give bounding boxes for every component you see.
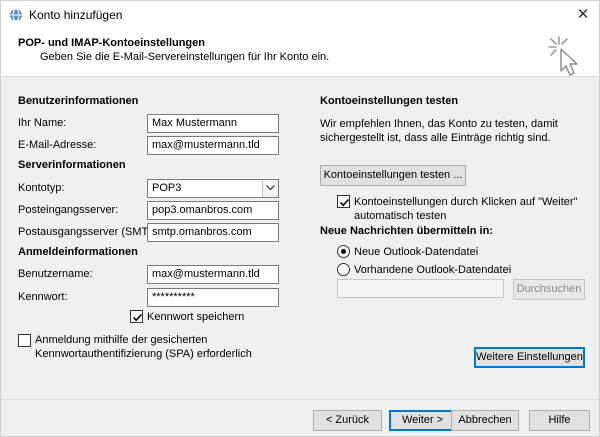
- delivery-heading: Neue Nachrichten übermitteln in:: [320, 225, 493, 237]
- spa-label-line2: Kennwortauthentifizierung (SPA) erforder…: [35, 348, 252, 360]
- incoming-server-input[interactable]: pop3.omanbros.com: [147, 201, 279, 220]
- email-input[interactable]: max@mustermann.tld: [147, 136, 279, 155]
- incoming-server-label: Posteingangsserver:: [18, 204, 119, 216]
- data-file-path-input[interactable]: [337, 279, 504, 298]
- header-subtitle: Geben Sie die E-Mail-Servereinstellungen…: [40, 51, 330, 63]
- test-description-line1: Wir empfehlen Ihnen, das Konto zu testen…: [320, 118, 558, 130]
- spa-label-line1: Anmeldung mithilfe der gesicherten: [35, 334, 208, 346]
- remember-password-label[interactable]: Kennwort speichern: [147, 311, 244, 323]
- outgoing-server-input[interactable]: smtp.omanbros.com: [147, 223, 279, 242]
- auto-test-label-line1: Kontoeinstellungen durch Klicken auf "We…: [354, 196, 578, 208]
- email-label: E-Mail-Adresse:: [18, 139, 97, 151]
- checkmark-icon: [132, 313, 143, 322]
- test-description-line2: sichergestellt ist, dass alle Einträge r…: [320, 132, 551, 144]
- user-info-heading: Benutzerinformationen: [18, 95, 139, 107]
- spa-label[interactable]: Anmeldung mithilfe der gesicherten Kennw…: [35, 333, 252, 361]
- auto-test-label[interactable]: Kontoeinstellungen durch Klicken auf "We…: [354, 195, 577, 223]
- account-type-label: Kontotyp:: [18, 182, 65, 194]
- name-input[interactable]: Max Mustermann: [147, 114, 279, 133]
- close-icon[interactable]: ✕: [573, 5, 593, 25]
- name-label: Ihr Name:: [18, 117, 67, 129]
- dialog-header: POP- und IMAP-Kontoeinstellungen Geben S…: [1, 29, 599, 77]
- window-title: Konto hinzufügen: [29, 8, 123, 22]
- test-description: Wir empfehlen Ihnen, das Konto zu testen…: [320, 117, 558, 145]
- next-button[interactable]: Weiter >: [389, 410, 456, 431]
- outgoing-server-label: Postausgangsserver (SMTP):: [18, 226, 163, 238]
- password-label: Kennwort:: [18, 291, 68, 303]
- remember-password-checkbox[interactable]: [130, 310, 143, 323]
- existing-data-file-label[interactable]: Vorhandene Outlook-Datendatei: [354, 264, 511, 276]
- new-data-file-label[interactable]: Neue Outlook-Datendatei: [354, 246, 478, 258]
- chevron-down-icon[interactable]: [262, 180, 278, 197]
- test-settings-heading: Kontoeinstellungen testen: [320, 95, 459, 107]
- spa-checkbox[interactable]: [18, 334, 31, 347]
- server-info-heading: Serverinformationen: [18, 159, 126, 171]
- new-data-file-radio[interactable]: [337, 245, 350, 258]
- help-button[interactable]: Hilfe: [529, 410, 590, 431]
- existing-data-file-radio[interactable]: [337, 263, 350, 276]
- auto-test-label-line2: automatisch testen: [354, 210, 447, 222]
- add-account-dialog: Konto hinzufügen ✕ POP- und IMAP-Kontoei…: [0, 0, 600, 437]
- test-settings-button[interactable]: Kontoeinstellungen testen ...: [320, 165, 466, 186]
- back-button[interactable]: < Zurück: [313, 410, 382, 431]
- cancel-button[interactable]: Abbrechen: [451, 410, 519, 431]
- account-type-value: POP3: [152, 182, 182, 194]
- auto-test-checkbox[interactable]: [337, 195, 350, 208]
- title-bar: Konto hinzufügen ✕: [1, 1, 599, 29]
- footer-divider: [1, 399, 599, 400]
- checkmark-icon: [339, 198, 350, 207]
- cursor-click-icon: [545, 33, 589, 77]
- outlook-app-icon: [9, 8, 23, 22]
- username-input[interactable]: max@mustermann.tld: [147, 265, 279, 284]
- more-settings-button[interactable]: Weitere Einstellungen: [474, 347, 585, 368]
- radio-selected-dot: [341, 249, 346, 254]
- username-label: Benutzername:: [18, 268, 93, 280]
- login-info-heading: Anmeldeinformationen: [18, 246, 138, 258]
- account-type-select[interactable]: POP3: [147, 179, 279, 198]
- password-input[interactable]: **********: [147, 288, 279, 307]
- header-title: POP- und IMAP-Kontoeinstellungen: [18, 37, 205, 49]
- browse-button[interactable]: Durchsuchen: [513, 279, 585, 300]
